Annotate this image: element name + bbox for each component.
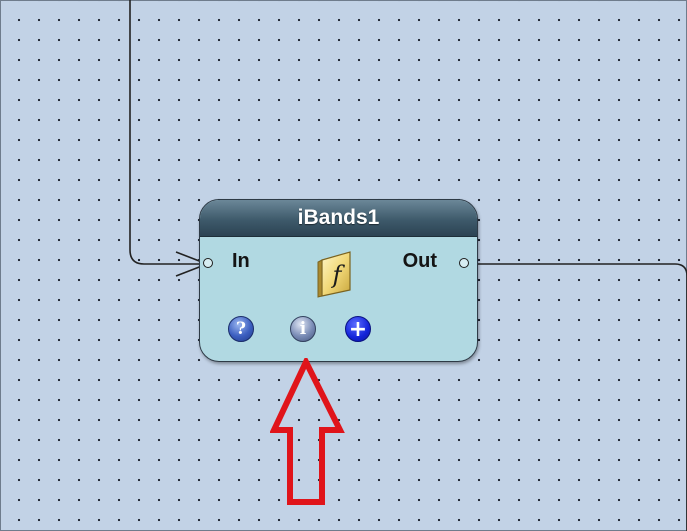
input-port-label: In [232, 250, 250, 272]
info-button[interactable]: i [290, 316, 316, 342]
output-port-label: Out [402, 250, 437, 272]
ibands-node[interactable]: iBands1 In Out f ? i + [199, 199, 478, 362]
add-icon: + [348, 316, 368, 342]
output-port[interactable] [459, 258, 469, 268]
input-port[interactable] [203, 258, 213, 268]
red-up-arrow-icon [270, 358, 345, 505]
add-button[interactable]: + [345, 316, 371, 342]
input-wire [129, 0, 207, 265]
function-f-icon: f [317, 251, 351, 298]
output-wire [470, 263, 687, 531]
node-title: iBands1 [200, 200, 477, 237]
help-button[interactable]: ? [228, 316, 254, 342]
info-icon: i [299, 319, 307, 339]
help-icon: ? [236, 319, 246, 339]
